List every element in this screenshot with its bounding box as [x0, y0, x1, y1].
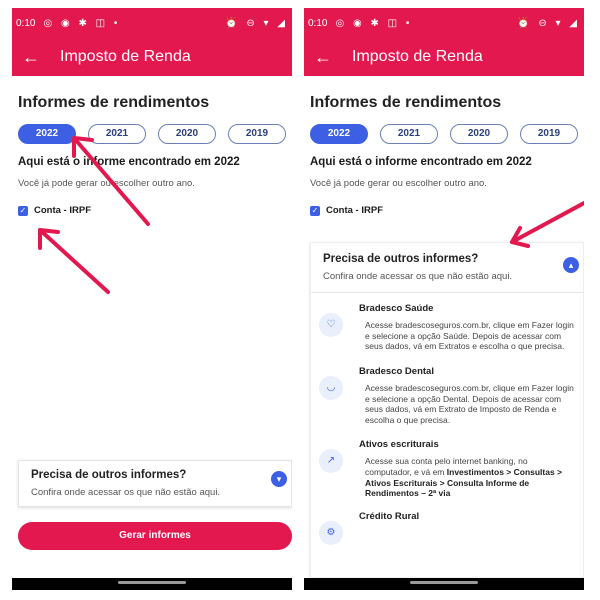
- right-screen: 0:10 ◎ ◉ ✱ ◫ • ⏰ ⊖ ▾ ◢ ← Imposto de Rend…: [304, 8, 584, 590]
- tooth-icon: ◡: [319, 375, 343, 400]
- checkbox-checked-icon[interactable]: ✓: [18, 205, 28, 216]
- year-tab-2019[interactable]: 2019: [520, 124, 578, 144]
- back-arrow-icon[interactable]: ←: [314, 47, 342, 68]
- year-tab-2020[interactable]: 2020: [158, 124, 216, 144]
- tractor-icon: ⚙: [319, 520, 343, 545]
- notification-icons: ◎ ◉ ✱ ◫ •: [43, 17, 121, 29]
- app-bar: ← Imposto de Renda: [304, 38, 584, 76]
- entry-description: Acesse bradescoseguros.com.br, clique em…: [365, 382, 574, 425]
- other-reports-subtitle: Confira onde acessar os que não estão aq…: [323, 271, 513, 282]
- list-item: ◡ Bradesco Dental Acesse bradescoseguros…: [311, 352, 583, 426]
- year-tab-2022[interactable]: 2022: [310, 124, 368, 144]
- status-time: 0:10: [16, 17, 36, 29]
- chevron-down-icon[interactable]: ▾: [271, 471, 287, 487]
- year-tab-2019[interactable]: 2019: [228, 124, 286, 144]
- system-icons: ⏰ ⊖ ▾ ◢: [225, 17, 288, 29]
- status-time: 0:10: [308, 17, 328, 29]
- main-content: Informes de rendimentos 2022 2021 2020 2…: [12, 76, 292, 216]
- entry-description: Acesse sua conta pelo internet banking, …: [359, 456, 575, 499]
- list-item: ↗ Ativos escriturais Acesse sua conta pe…: [311, 425, 583, 499]
- found-text: Aqui está o informe encontrado em 2022: [310, 156, 532, 168]
- entry-title: Bradesco Saúde: [359, 303, 434, 314]
- main-content: Informes de rendimentos 2022 2021 2020 2…: [304, 76, 584, 216]
- account-checkbox-row[interactable]: ✓ Conta - IRPF: [310, 205, 578, 216]
- subtitle-text: Você já pode gerar ou escolher outro ano…: [18, 178, 195, 189]
- entry-description: Acesse bradescoseguros.com.br, clique em…: [365, 320, 574, 352]
- notification-icons: ◎ ◉ ✱ ◫ •: [335, 17, 413, 29]
- checkbox-label: Conta - IRPF: [34, 205, 91, 216]
- system-nav-bar: [12, 578, 292, 590]
- status-bar: 0:10 ◎ ◉ ✱ ◫ • ⏰ ⊖ ▾ ◢: [304, 8, 584, 38]
- year-tabs: 2022 2021 2020 2019: [18, 124, 286, 144]
- subtitle-text: Você já pode gerar ou escolher outro ano…: [310, 178, 487, 189]
- other-reports-expanded: Precisa de outros informes? Confira onde…: [310, 242, 584, 578]
- other-reports-title: Precisa de outros informes?: [31, 469, 187, 481]
- chart-icon: ↗: [319, 449, 343, 474]
- year-tab-2022[interactable]: 2022: [18, 124, 76, 144]
- left-screen: 0:10 ◎ ◉ ✱ ◫ • ⏰ ⊖ ▾ ◢ ← Imposto de Rend…: [12, 8, 292, 590]
- list-item: ♡ Bradesco Saúde Acesse bradescoseguros.…: [311, 293, 583, 352]
- other-reports-header[interactable]: Precisa de outros informes? Confira onde…: [311, 243, 583, 293]
- home-handle[interactable]: [410, 581, 478, 584]
- entry-title: Bradesco Dental: [359, 365, 434, 377]
- page-title: Informes de rendimentos: [18, 94, 210, 111]
- system-nav-bar: [304, 578, 584, 590]
- app-title: Imposto de Renda: [352, 48, 483, 65]
- year-tab-2020[interactable]: 2020: [450, 124, 508, 144]
- year-tabs: 2022 2021 2020 2019: [310, 124, 578, 144]
- account-checkbox-row[interactable]: ✓ Conta - IRPF: [18, 205, 286, 216]
- checkbox-label: Conta - IRPF: [326, 205, 383, 216]
- year-tab-2021[interactable]: 2021: [88, 124, 146, 144]
- checkbox-checked-icon[interactable]: ✓: [310, 205, 320, 216]
- chevron-up-icon[interactable]: ▴: [563, 257, 579, 273]
- heart-icon: ♡: [319, 313, 343, 337]
- page-title: Informes de rendimentos: [310, 94, 502, 111]
- system-icons: ⏰ ⊖ ▾ ◢: [517, 17, 580, 29]
- home-handle[interactable]: [118, 581, 186, 584]
- list-item: ⚙ Crédito Rural: [311, 499, 583, 545]
- other-reports-title: Precisa de outros informes?: [323, 253, 479, 265]
- app-bar: ← Imposto de Renda: [12, 38, 292, 76]
- year-tab-2021[interactable]: 2021: [380, 124, 438, 144]
- app-title: Imposto de Renda: [60, 48, 191, 65]
- found-text: Aqui está o informe encontrado em 2022: [18, 156, 240, 168]
- entry-title: Crédito Rural: [359, 510, 420, 522]
- other-reports-subtitle: Confira onde acessar os que não estão aq…: [31, 487, 221, 498]
- other-reports-card[interactable]: Precisa de outros informes? Confira onde…: [18, 460, 292, 507]
- entry-title: Ativos escriturais: [359, 439, 439, 451]
- back-arrow-icon[interactable]: ←: [22, 47, 50, 68]
- status-bar: 0:10 ◎ ◉ ✱ ◫ • ⏰ ⊖ ▾ ◢: [12, 8, 292, 38]
- generate-reports-button[interactable]: Gerar informes: [18, 522, 292, 550]
- annotation-arrow-checkbox: [38, 228, 110, 294]
